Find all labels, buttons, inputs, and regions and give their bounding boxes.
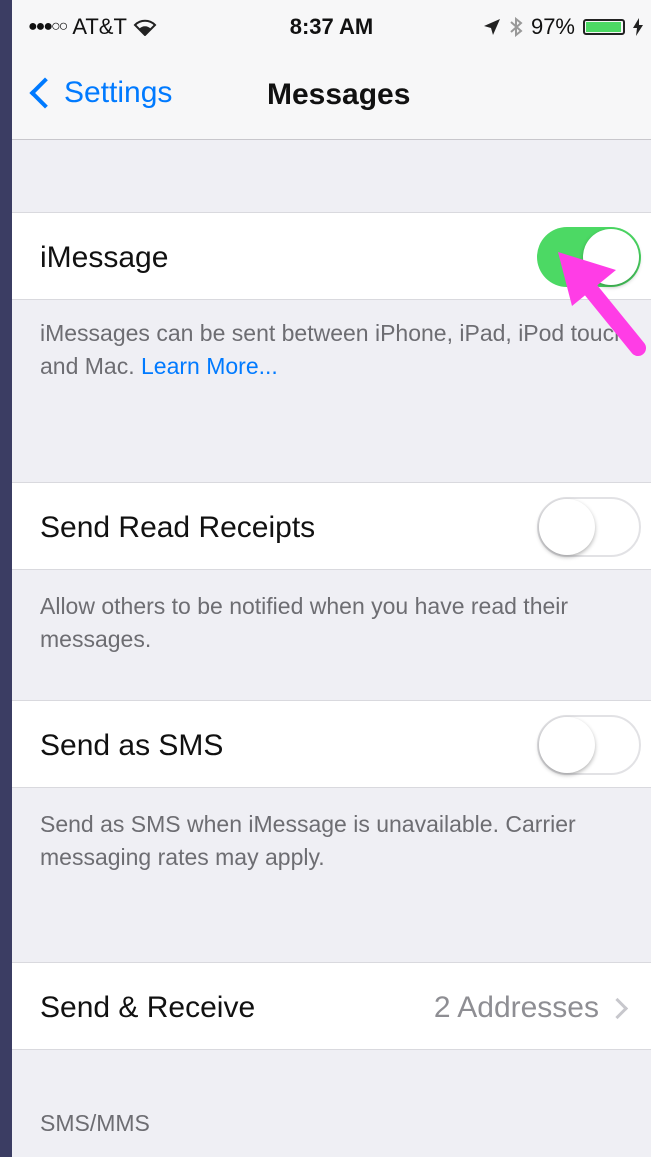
read-receipts-footer: Allow others to be notified when you hav…	[40, 593, 569, 652]
status-right: 97%	[483, 14, 643, 40]
toggle-knob	[539, 499, 595, 555]
navigation-bar: Settings Messages	[12, 52, 651, 140]
send-sms-row: Send as SMS	[12, 700, 651, 788]
read-receipts-toggle[interactable]	[537, 497, 641, 557]
toggle-knob	[539, 717, 595, 773]
charging-bolt-icon	[633, 18, 643, 36]
battery-percent: 97%	[530, 14, 575, 39]
phone-screen: ●●●○○ AT&T 8:37 AM 97% Settings Messages…	[12, 0, 651, 1157]
learn-more-link[interactable]: Learn More...	[141, 353, 278, 379]
back-label: Settings	[64, 76, 173, 109]
send-sms-footer: Send as SMS when iMessage is unavailable…	[40, 811, 576, 870]
battery-icon	[583, 19, 625, 35]
page-title: Messages	[267, 78, 411, 111]
read-receipts-label: Send Read Receipts	[40, 511, 316, 544]
back-button[interactable]: Settings	[26, 76, 172, 110]
imessage-footer-text: iMessages can be sent between iPhone, iP…	[40, 320, 634, 379]
imessage-row: iMessage	[12, 212, 651, 300]
imessage-label: iMessage	[40, 241, 169, 274]
battery-level-fill	[586, 22, 621, 32]
read-receipts-row: Send Read Receipts	[12, 482, 651, 570]
annotation-arrow-icon	[558, 252, 646, 356]
chevron-right-icon	[606, 997, 629, 1020]
send-receive-label: Send & Receive	[40, 991, 256, 1024]
send-receive-detail: 2 Addresses	[433, 991, 599, 1024]
send-receive-row[interactable]: Send & Receive 2 Addresses	[12, 962, 651, 1050]
chevron-left-icon	[29, 77, 61, 109]
sms-mms-section-header: SMS/MMS	[40, 1110, 150, 1136]
bluetooth-icon	[510, 17, 523, 37]
imessage-footer: iMessages can be sent between iPhone, iP…	[40, 317, 640, 383]
status-bar: ●●●○○ AT&T 8:37 AM 97%	[12, 0, 651, 52]
send-sms-label: Send as SMS	[40, 729, 224, 762]
location-arrow-icon	[483, 19, 500, 35]
send-sms-toggle[interactable]	[537, 715, 641, 775]
